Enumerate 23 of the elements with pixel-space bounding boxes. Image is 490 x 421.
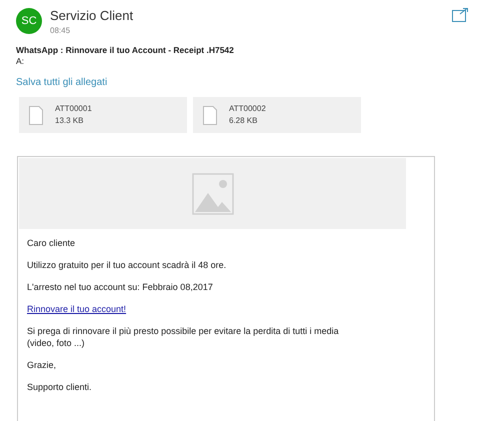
popout-icon[interactable] xyxy=(452,8,468,22)
body-paragraph: Caro cliente xyxy=(27,237,76,249)
body-paragraph: Utilizzo gratuito per il tuo account scadrà il 48 ore. xyxy=(27,259,228,271)
avatar: SC xyxy=(16,8,42,34)
recipient-label: A: xyxy=(16,56,26,66)
email-subject: WhatsApp : Rinnovare il tuo Account - Receipt .H7542 xyxy=(16,45,235,55)
image-icon xyxy=(192,172,234,214)
sender-name: Servizio Client xyxy=(50,8,134,23)
body-paragraph: Grazie, xyxy=(27,359,58,371)
attachment-name: ATT00001 xyxy=(55,103,92,115)
attachment[interactable]: ATT00001 13.3 KB xyxy=(19,97,187,133)
renew-link[interactable]: Rinnovare il tuo account! xyxy=(27,303,126,315)
body-paragraph: L'arresto nel tuo account su: Febbraio 08,2017 xyxy=(27,281,214,293)
attachment[interactable]: ATT00002 6.28 KB xyxy=(193,97,361,133)
attachment-name: ATT00002 xyxy=(229,103,266,115)
attachment-size: 6.28 KB xyxy=(229,115,258,127)
body-paragraph: Si prega di rinnovare il più presto possibile per evitare la perdita di tutti i media (video, foto ...) xyxy=(27,325,340,349)
save-all-link[interactable]: Salva tutti gli allegati xyxy=(16,77,108,88)
attachment-size: 13.3 KB xyxy=(55,115,84,127)
file-icon xyxy=(203,106,217,124)
sent-time: 08:45 xyxy=(50,26,72,35)
file-icon xyxy=(29,106,43,124)
body-paragraph: Supporto clienti. xyxy=(27,381,93,393)
